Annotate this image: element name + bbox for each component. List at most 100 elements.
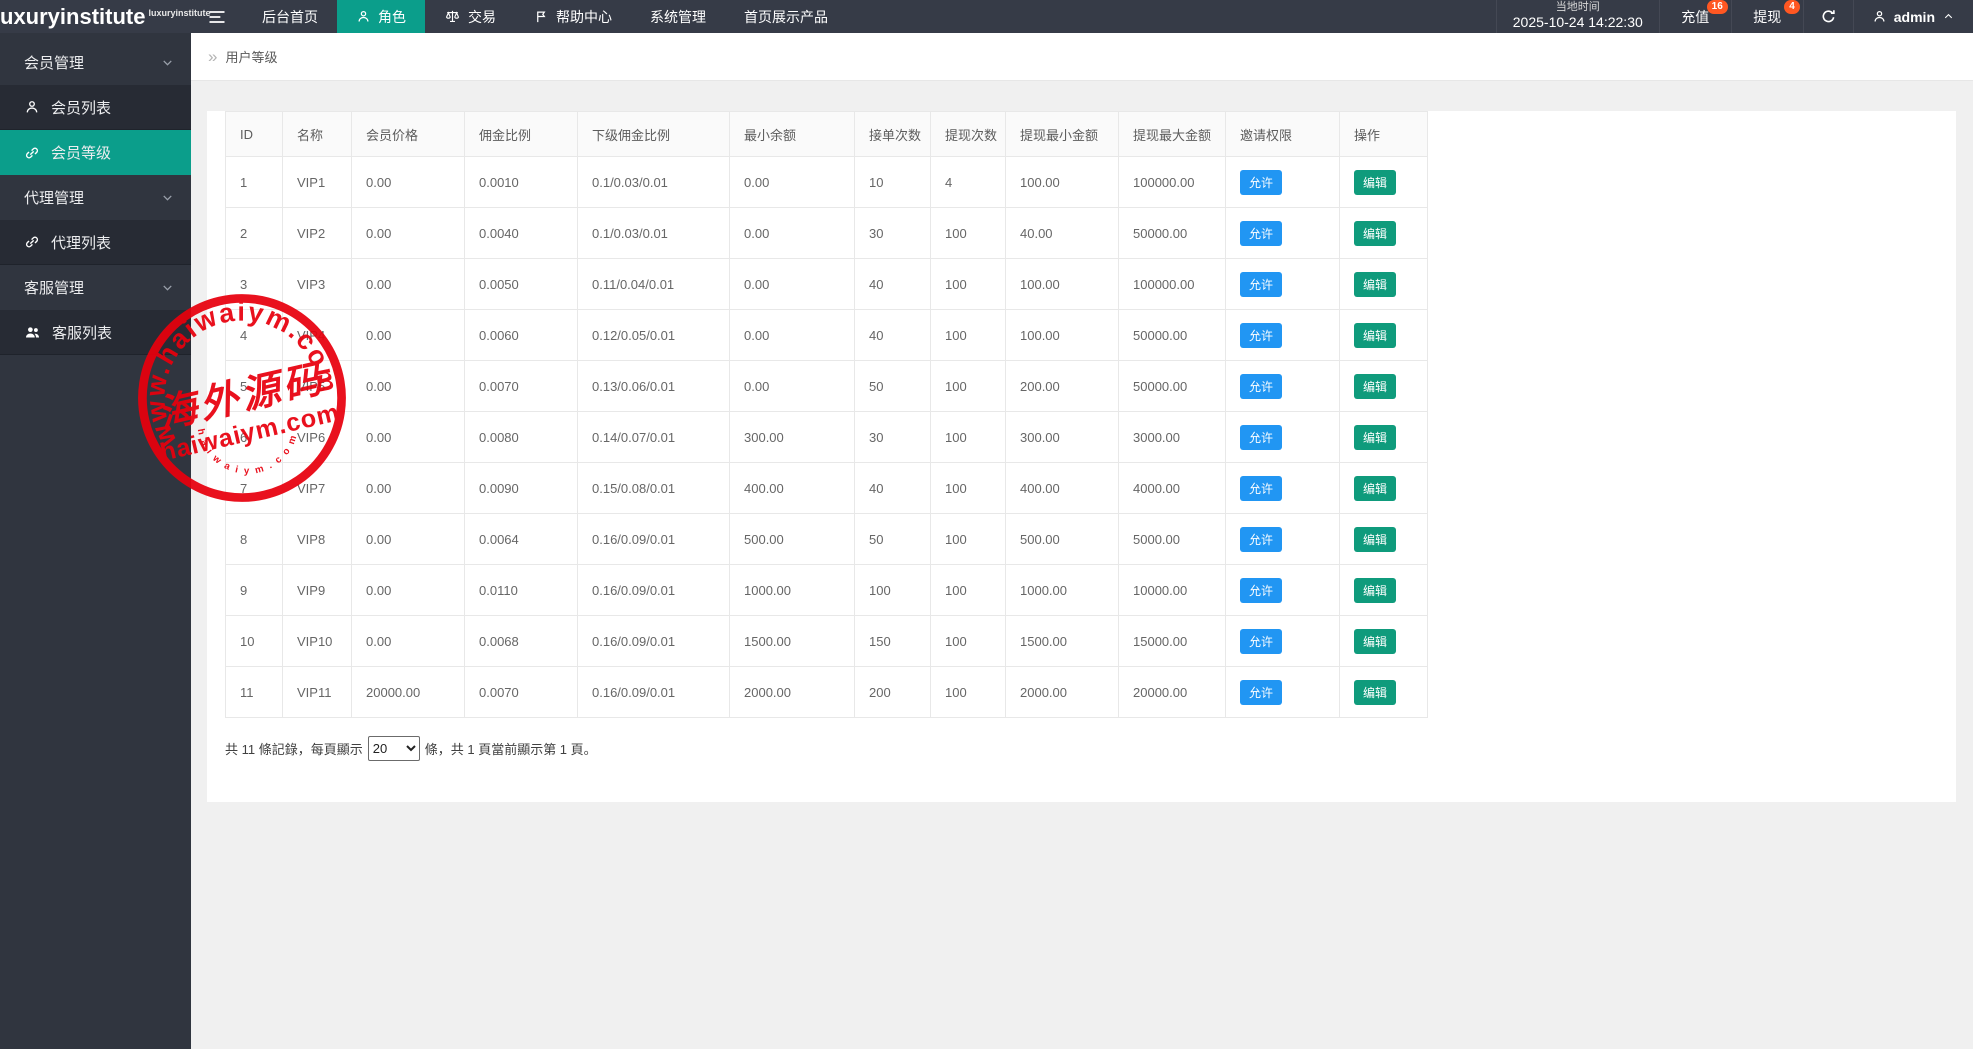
- table-cell: 100.00: [1006, 259, 1119, 310]
- sidebar-item-member-level[interactable]: 会员等级: [0, 130, 191, 175]
- withdraw-button[interactable]: 提现 4: [1731, 0, 1803, 33]
- action-cell: 编辑: [1340, 157, 1428, 208]
- invite-permission-cell: 允许: [1226, 361, 1340, 412]
- action-cell: 编辑: [1340, 310, 1428, 361]
- allow-button[interactable]: 允许: [1240, 527, 1282, 552]
- nav-item-roles[interactable]: 角色: [337, 0, 425, 33]
- edit-button[interactable]: 编辑: [1354, 221, 1396, 246]
- action-cell: 编辑: [1340, 514, 1428, 565]
- edit-button[interactable]: 编辑: [1354, 476, 1396, 501]
- main-content: » 用户等级 ID名称会员价格佣金比例下级佣金比例最小余额接单次数提现次数提现最…: [191, 33, 1973, 1049]
- table-body: 1VIP10.000.00100.1/0.03/0.010.00104100.0…: [226, 157, 1428, 718]
- table-cell: 30: [855, 208, 931, 259]
- table-cell: 100: [931, 463, 1006, 514]
- time-value: 2025-10-24 14:22:30: [1513, 14, 1643, 30]
- table-cell: 400.00: [730, 463, 855, 514]
- table-cell: 100000.00: [1119, 259, 1226, 310]
- nav-item-trade[interactable]: 交易: [425, 0, 515, 33]
- allow-button[interactable]: 允许: [1240, 221, 1282, 246]
- breadcrumb-label: 用户等级: [225, 47, 277, 66]
- edit-button[interactable]: 编辑: [1354, 425, 1396, 450]
- table-cell: 2000.00: [1006, 667, 1119, 718]
- table-cell: 100: [931, 667, 1006, 718]
- action-cell: 编辑: [1340, 412, 1428, 463]
- table-cell: 50000.00: [1119, 310, 1226, 361]
- edit-button[interactable]: 编辑: [1354, 578, 1396, 603]
- sidebar-group-support[interactable]: 客服管理: [0, 265, 191, 310]
- nav-item-dashboard[interactable]: 后台首页: [243, 0, 337, 33]
- table-header-row: ID名称会员价格佣金比例下级佣金比例最小余额接单次数提现次数提现最小金额提现最大…: [226, 112, 1428, 157]
- sidebar-item-label: 会员等级: [51, 142, 111, 163]
- sidebar-item-label: 会员列表: [51, 97, 111, 118]
- table-row: 4VIP40.000.00600.12/0.05/0.010.004010010…: [226, 310, 1428, 361]
- sidebar-item-label: 代理管理: [24, 187, 84, 208]
- allow-button[interactable]: 允许: [1240, 272, 1282, 297]
- table-row: 3VIP30.000.00500.11/0.04/0.010.004010010…: [226, 259, 1428, 310]
- table-cell: 0.00: [730, 157, 855, 208]
- allow-button[interactable]: 允许: [1240, 476, 1282, 501]
- refresh-icon: [1820, 8, 1837, 25]
- nav-item-homepage-products[interactable]: 首页展示产品: [725, 0, 847, 33]
- table-cell: 0.16/0.09/0.01: [578, 667, 730, 718]
- sidebar-group-agents[interactable]: 代理管理: [0, 175, 191, 220]
- edit-button[interactable]: 编辑: [1354, 272, 1396, 297]
- nav-item-system[interactable]: 系统管理: [631, 0, 725, 33]
- table-cell: 100: [931, 361, 1006, 412]
- recharge-badge: 16: [1707, 0, 1728, 14]
- table-cell: 0.00: [352, 157, 465, 208]
- page-size-select[interactable]: 20: [368, 736, 420, 761]
- content-card: ID名称会员价格佣金比例下级佣金比例最小余额接单次数提现次数提现最小金额提现最大…: [207, 111, 1956, 802]
- refresh-button[interactable]: [1803, 0, 1853, 33]
- table-cell: 0.00: [730, 259, 855, 310]
- nav-item-help-center[interactable]: 帮助中心: [515, 0, 631, 33]
- edit-button[interactable]: 编辑: [1354, 170, 1396, 195]
- recharge-button[interactable]: 充值 16: [1659, 0, 1731, 33]
- allow-button[interactable]: 允许: [1240, 629, 1282, 654]
- table-cell: 9: [226, 565, 283, 616]
- sidebar-item-member-list[interactable]: 会员列表: [0, 85, 191, 130]
- table-cell: 4000.00: [1119, 463, 1226, 514]
- table-cell: VIP2: [283, 208, 352, 259]
- pagination-prefix: 共 11 條記錄，每頁顯示: [225, 739, 363, 758]
- edit-button[interactable]: 编辑: [1354, 374, 1396, 399]
- allow-button[interactable]: 允许: [1240, 170, 1282, 195]
- table-cell: 50000.00: [1119, 361, 1226, 412]
- table-cell: 100: [931, 514, 1006, 565]
- breadcrumb: » 用户等级: [191, 33, 1973, 81]
- table-cell: 1500.00: [1006, 616, 1119, 667]
- table-cell: 3000.00: [1119, 412, 1226, 463]
- action-cell: 编辑: [1340, 361, 1428, 412]
- nav-item-label: 系统管理: [650, 7, 706, 27]
- edit-button[interactable]: 编辑: [1354, 629, 1396, 654]
- table-cell: VIP8: [283, 514, 352, 565]
- sidebar-group-members[interactable]: 会员管理: [0, 40, 191, 85]
- table-cell: 0.0110: [465, 565, 578, 616]
- withdraw-label: 提现: [1753, 7, 1781, 27]
- invite-permission-cell: 允许: [1226, 565, 1340, 616]
- allow-button[interactable]: 允许: [1240, 425, 1282, 450]
- edit-button[interactable]: 编辑: [1354, 527, 1396, 552]
- table-cell: 20000.00: [352, 667, 465, 718]
- invite-permission-cell: 允许: [1226, 310, 1340, 361]
- column-header: 下级佣金比例: [578, 112, 730, 157]
- table-cell: 200: [855, 667, 931, 718]
- user-menu[interactable]: admin: [1853, 0, 1973, 33]
- table-cell: 0.0064: [465, 514, 578, 565]
- allow-button[interactable]: 允许: [1240, 323, 1282, 348]
- edit-button[interactable]: 编辑: [1354, 323, 1396, 348]
- pagination: 共 11 條記錄，每頁顯示 20 條，共 1 頁當前顯示第 1 頁。: [225, 736, 1956, 761]
- recharge-label: 充值: [1681, 7, 1709, 27]
- edit-button[interactable]: 编辑: [1354, 680, 1396, 705]
- allow-button[interactable]: 允许: [1240, 578, 1282, 603]
- invite-permission-cell: 允许: [1226, 259, 1340, 310]
- allow-button[interactable]: 允许: [1240, 374, 1282, 399]
- allow-button[interactable]: 允许: [1240, 680, 1282, 705]
- sidebar-item-support-list[interactable]: 客服列表: [0, 310, 191, 355]
- column-header: 佣金比例: [465, 112, 578, 157]
- sidebar-item-agent-list[interactable]: 代理列表: [0, 220, 191, 265]
- invite-permission-cell: 允许: [1226, 412, 1340, 463]
- table-cell: 100: [931, 208, 1006, 259]
- table-cell: 4: [931, 157, 1006, 208]
- table-cell: VIP11: [283, 667, 352, 718]
- table-cell: 0.0068: [465, 616, 578, 667]
